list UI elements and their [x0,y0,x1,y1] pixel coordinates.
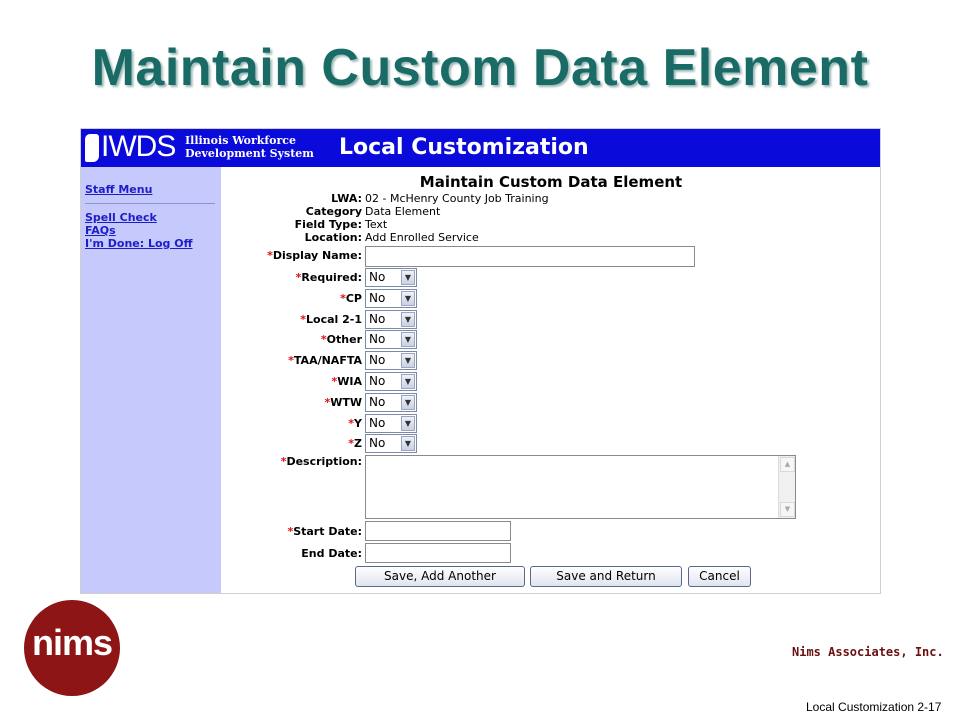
chevron-down-icon[interactable]: ▼ [401,353,415,368]
cp-select[interactable]: No ▼ [365,289,417,308]
iwds-logo-subtitle: Illinois Workforce Development System [185,134,314,160]
app-screenshot: IWDS Illinois Workforce Development Syst… [80,128,881,594]
app-title: Local Customization [339,135,589,160]
sidebar-item-spell-check[interactable]: Spell Check [85,211,157,224]
chevron-down-icon[interactable]: ▼ [401,436,415,451]
description-textarea[interactable]: ▲ ▼ [365,455,796,519]
chevron-down-icon[interactable]: ▼ [401,374,415,389]
chevron-down-icon[interactable]: ▼ [401,416,415,431]
company-name: Nims Associates, Inc. [792,645,944,659]
sidebar-divider [85,203,215,204]
sidebar-item-log-off[interactable]: I'm Done: Log Off [85,237,193,250]
save-and-return-button[interactable]: Save and Return [530,566,682,587]
slide-footer: Local Customization 2-17 [806,700,942,714]
wtw-select[interactable]: No ▼ [365,393,417,412]
taa-nafta-select[interactable]: No ▼ [365,351,417,370]
local-2-1-label: *Local 2-1 [300,313,362,326]
nims-logo-text: nims [31,622,113,663]
y-select[interactable]: No ▼ [365,414,417,433]
description-scrollbar[interactable]: ▲ ▼ [778,456,795,518]
display-name-label: *Display Name: [267,249,362,262]
end-date-label: End Date: [301,547,362,560]
chevron-down-icon[interactable]: ▼ [401,332,415,347]
display-name-input[interactable] [365,246,695,267]
wia-select[interactable]: No ▼ [365,372,417,391]
end-date-input[interactable] [365,543,511,563]
chevron-down-icon[interactable]: ▼ [401,312,415,327]
z-select[interactable]: No ▼ [365,434,417,453]
start-date-input[interactable] [365,521,511,541]
chevron-down-icon[interactable]: ▼ [401,291,415,306]
wtw-label: *WTW [324,396,362,409]
required-select[interactable]: No ▼ [365,268,417,287]
local-2-1-select[interactable]: No ▼ [365,310,417,329]
app-header: IWDS Illinois Workforce Development Syst… [81,129,880,167]
nims-logo: nims [24,600,120,696]
cancel-button[interactable]: Cancel [688,566,751,587]
z-label: *Z [348,437,362,450]
other-label: *Other [320,333,362,346]
illinois-map-icon [85,134,99,162]
slide-title: Maintain Custom Data Element [91,39,869,97]
cp-label: *CP [340,292,362,305]
required-label: *Required: [295,271,362,284]
iwds-logo: IWDS [101,130,176,163]
sidebar: Staff Menu Spell Check FAQs I'm Done: Lo… [81,167,221,593]
form-title: Maintain Custom Data Element [419,173,683,191]
other-select[interactable]: No ▼ [365,330,417,349]
chevron-down-icon[interactable]: ▼ [401,270,415,285]
wia-label: *WIA [331,375,362,388]
taa-nafta-label: *TAA/NAFTA [288,354,362,367]
chevron-down-icon[interactable]: ▼ [401,395,415,410]
sidebar-item-staff-menu[interactable]: Staff Menu [85,183,152,196]
scroll-up-icon[interactable]: ▲ [780,457,795,472]
start-date-label: *Start Date: [287,525,362,538]
scroll-down-icon[interactable]: ▼ [780,502,795,517]
save-add-another-button[interactable]: Save, Add Another [355,566,525,587]
y-label: *Y [348,417,362,430]
sidebar-item-faqs[interactable]: FAQs [85,224,116,237]
description-label: *Description: [280,455,362,468]
